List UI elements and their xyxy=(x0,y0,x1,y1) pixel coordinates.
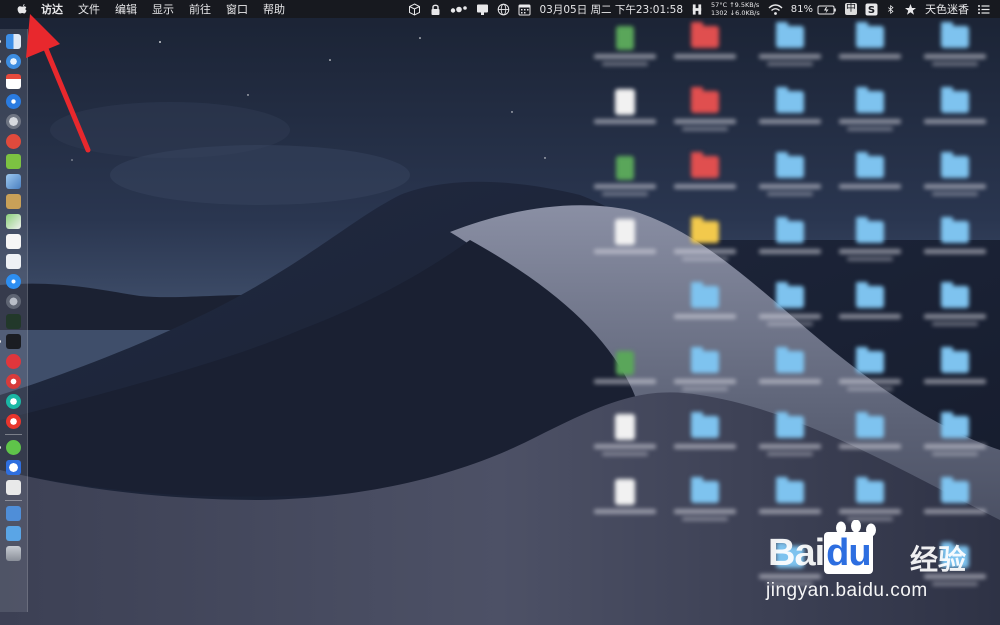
watermark-url: jingyan.baidu.com xyxy=(766,580,928,601)
baidu-wordmark: Baidu xyxy=(768,532,873,574)
baidu-jingyan-watermark: Baidu 经验 jingyan.baidu.com xyxy=(760,520,980,610)
jingyan-wordmark: 经验 xyxy=(910,543,967,576)
